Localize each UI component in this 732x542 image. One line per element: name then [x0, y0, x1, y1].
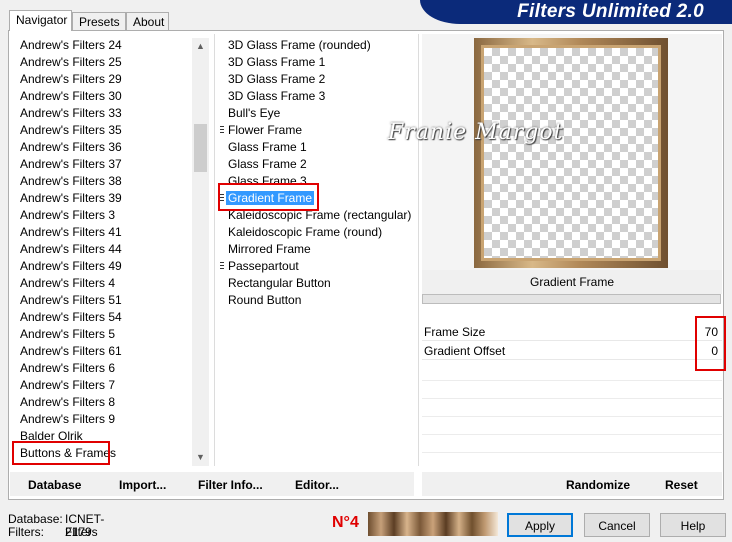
empty-param-row	[422, 382, 722, 399]
category-item[interactable]: Andrew's Filters 8	[10, 394, 192, 411]
empty-param-row	[422, 364, 722, 381]
app-title: Filters Unlimited 2.0	[517, 1, 704, 22]
progress-bar	[422, 294, 721, 304]
empty-param-row	[422, 400, 722, 417]
filter-item[interactable]: 3D Glass Frame 2	[216, 71, 416, 88]
database-status: Database: ICNET-Filters Filters: 2179	[8, 512, 104, 539]
category-item[interactable]: Andrew's Filters 36	[10, 139, 192, 156]
param-label: Frame Size	[424, 325, 486, 339]
filter-label: 3D Glass Frame 3	[228, 89, 326, 103]
filters-value: 2179	[65, 525, 92, 539]
category-item[interactable]: Andrew's Filters 61	[10, 343, 192, 360]
filter-item[interactable]: Rectangular Button	[216, 275, 416, 292]
filter-label: Flower Frame	[228, 123, 303, 137]
category-list[interactable]: Andrew's Filters 24 Andrew's Filters 25 An…	[10, 37, 192, 465]
filter-label: 3D Glass Frame (rounded)	[228, 38, 371, 52]
filter-item[interactable]: Mirrored Frame	[216, 241, 416, 258]
frame-gradient-strip	[368, 512, 498, 536]
filter-label: 3D Glass Frame 1	[228, 55, 326, 69]
category-item[interactable]: Andrew's Filters 29	[10, 71, 192, 88]
filter-item[interactable]: 3D Glass Frame (rounded)	[216, 37, 416, 54]
category-item[interactable]: Andrew's Filters 25	[10, 54, 192, 71]
category-item[interactable]: Andrew's Filters 44	[10, 241, 192, 258]
tab-about[interactable]: About	[126, 12, 169, 30]
filter-label: 3D Glass Frame 2	[228, 72, 326, 86]
watermark-signature: Franie Margot	[388, 120, 564, 145]
empty-param-row	[422, 418, 722, 435]
category-item[interactable]: Andrew's Filters 6	[10, 360, 192, 377]
highlight-filter	[218, 183, 319, 211]
filter-label: Rectangular Button	[228, 276, 331, 290]
apply-button[interactable]: Apply	[507, 513, 573, 537]
filter-item[interactable]: Round Button	[216, 292, 416, 309]
filter-item[interactable]: Bull's Eye	[216, 105, 416, 122]
scroll-down-icon[interactable]: ▼	[192, 449, 209, 466]
database-button[interactable]: Database	[28, 476, 81, 494]
database-label: Database:	[8, 512, 63, 526]
filter-label: Passepartout	[228, 259, 299, 273]
filter-info-button[interactable]: Filter Info...	[198, 476, 263, 494]
filter-label: Round Button	[228, 293, 302, 307]
category-item[interactable]: Andrew's Filters 54	[10, 309, 192, 326]
preview-image	[474, 38, 668, 268]
category-item[interactable]: Andrew's Filters 37	[10, 156, 192, 173]
filter-label: Glass Frame 2	[228, 157, 307, 171]
category-scrollbar[interactable]: ▲ ▼	[192, 38, 209, 466]
category-item[interactable]: Andrew's Filters 49	[10, 258, 192, 275]
category-item[interactable]: Andrew's Filters 35	[10, 122, 192, 139]
transparent-checkerboard	[481, 45, 661, 261]
preset-grip-icon	[220, 262, 224, 271]
help-button[interactable]: Help	[660, 513, 726, 537]
category-item[interactable]: Andrew's Filters 7	[10, 377, 192, 394]
tab-navigator[interactable]: Navigator	[9, 10, 72, 31]
param-frame-size[interactable]: Frame Size 70	[422, 324, 722, 341]
category-item[interactable]: Andrew's Filters 30	[10, 88, 192, 105]
reset-button[interactable]: Reset	[665, 476, 698, 494]
category-item[interactable]: Andrew's Filters 24	[10, 37, 192, 54]
filter-item[interactable]: Flower Frame	[216, 122, 416, 139]
title-banner: Filters Unlimited 2.0	[420, 0, 732, 24]
empty-param-row	[422, 436, 722, 453]
category-item[interactable]: Andrew's Filters 39	[10, 190, 192, 207]
category-item[interactable]: Andrew's Filters 3	[10, 207, 192, 224]
divider	[418, 34, 419, 466]
category-item[interactable]: Andrew's Filters 51	[10, 292, 192, 309]
scrollbar-thumb[interactable]	[194, 124, 207, 172]
category-item[interactable]: Andrew's Filters 5	[10, 326, 192, 343]
filter-label: Mirrored Frame	[228, 242, 311, 256]
selected-filter-name: Gradient Frame	[422, 270, 722, 294]
param-gradient-offset[interactable]: Gradient Offset 0	[422, 343, 722, 360]
parameter-panel: Frame Size 70 Gradient Offset 0	[422, 324, 722, 466]
filter-item[interactable]: Kaleidoscopic Frame (round)	[216, 224, 416, 241]
cancel-button[interactable]: Cancel	[584, 513, 650, 537]
preset-grip-icon	[220, 126, 224, 135]
randomize-button[interactable]: Randomize	[566, 476, 630, 494]
filter-item[interactable]: Glass Frame 2	[216, 156, 416, 173]
filter-item[interactable]: 3D Glass Frame 3	[216, 88, 416, 105]
import-button[interactable]: Import...	[119, 476, 166, 494]
highlight-params	[695, 316, 726, 371]
category-item[interactable]: Andrew's Filters 41	[10, 224, 192, 241]
filter-item[interactable]: Glass Frame 1	[216, 139, 416, 156]
param-label: Gradient Offset	[424, 344, 506, 358]
category-item[interactable]: Andrew's Filters 38	[10, 173, 192, 190]
filter-item[interactable]: 3D Glass Frame 1	[216, 54, 416, 71]
filter-label: Bull's Eye	[228, 106, 281, 120]
divider	[214, 34, 215, 466]
category-item[interactable]: Andrew's Filters 33	[10, 105, 192, 122]
filter-item[interactable]: Passepartout	[216, 258, 416, 275]
tab-presets[interactable]: Presets	[72, 12, 126, 30]
filter-label: Kaleidoscopic Frame (round)	[228, 225, 383, 239]
editor-button[interactable]: Editor...	[295, 476, 339, 494]
filter-list[interactable]: 3D Glass Frame (rounded) 3D Glass Frame 1…	[216, 37, 416, 465]
category-item[interactable]: Andrew's Filters 4	[10, 275, 192, 292]
filter-label: Glass Frame 1	[228, 140, 307, 154]
category-item[interactable]: Andrew's Filters 9	[10, 411, 192, 428]
scroll-up-icon[interactable]: ▲	[192, 38, 209, 55]
highlight-category	[12, 441, 110, 465]
filters-label: Filters:	[8, 525, 44, 539]
step-label: N°4	[332, 514, 359, 531]
